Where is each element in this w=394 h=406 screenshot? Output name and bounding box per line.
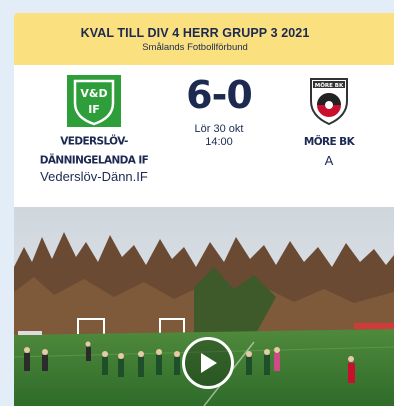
home-team-name-line1: VEDERSLÖV- [60,135,128,148]
match-video[interactable] [14,207,394,406]
away-team-name: MÖRE BK [303,135,355,149]
competition-subtitle: Smålands Fotbollförbund [142,41,248,53]
home-team-short-name: Vederslöv-Dänn.IF [40,169,148,184]
competition-title: KVAL TILL DIV 4 HERR GRUPP 3 2021 [80,25,310,40]
home-logo-text-bottom: IF [88,103,100,116]
away-logo-text: MÖRE BK [315,82,344,89]
match-time: 14:00 [205,136,233,148]
score-block: 6-0 Lör 30 okt 14:00 [164,73,274,149]
away-team-level: A [324,153,334,168]
home-logo-text-top: V&D [80,87,107,100]
home-team-name: VEDERSLÖV- DÄNNINGELANDA IF [14,132,174,170]
home-team[interactable]: V&D IF VEDERSLÖV- DÄNNINGELANDA IF Veder… [14,75,174,184]
match-summary: V&D IF VEDERSLÖV- DÄNNINGELANDA IF Veder… [14,65,394,205]
away-team[interactable]: MÖRE BK MÖRE BK A [279,75,379,168]
home-team-logo: V&D IF [67,75,121,127]
match-card[interactable]: KVAL TILL DIV 4 HERR GRUPP 3 2021 Smålan… [14,13,394,406]
match-score: 6-0 [186,73,253,117]
away-team-logo: MÖRE BK [310,78,348,126]
home-team-name-line2: DÄNNINGELANDA IF [39,154,149,167]
competition-header: KVAL TILL DIV 4 HERR GRUPP 3 2021 Smålan… [14,13,394,65]
video-play-button[interactable] [182,337,234,389]
match-date: Lör 30 okt [194,123,244,135]
play-icon [201,353,217,373]
